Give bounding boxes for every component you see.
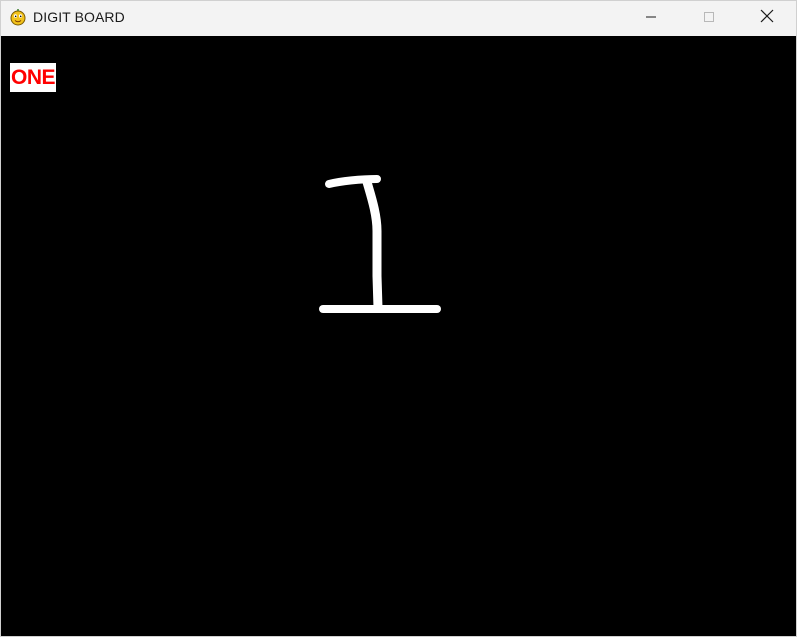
minimize-button[interactable] [622,1,680,36]
close-button[interactable] [738,1,796,36]
title-bar[interactable]: DIGIT BOARD [1,1,796,36]
maximize-icon [703,10,715,28]
pygame-snake-icon [9,8,27,26]
drawn-digit-strokes [319,175,441,313]
minimize-icon [645,10,657,28]
close-icon [760,9,774,28]
window-title: DIGIT BOARD [33,9,125,25]
drawing-canvas[interactable]: ONE [1,36,796,636]
maximize-button[interactable] [680,1,738,36]
digit-stroke-stem [362,177,383,313]
app-window: DIGIT BOARD ONE [0,0,797,637]
